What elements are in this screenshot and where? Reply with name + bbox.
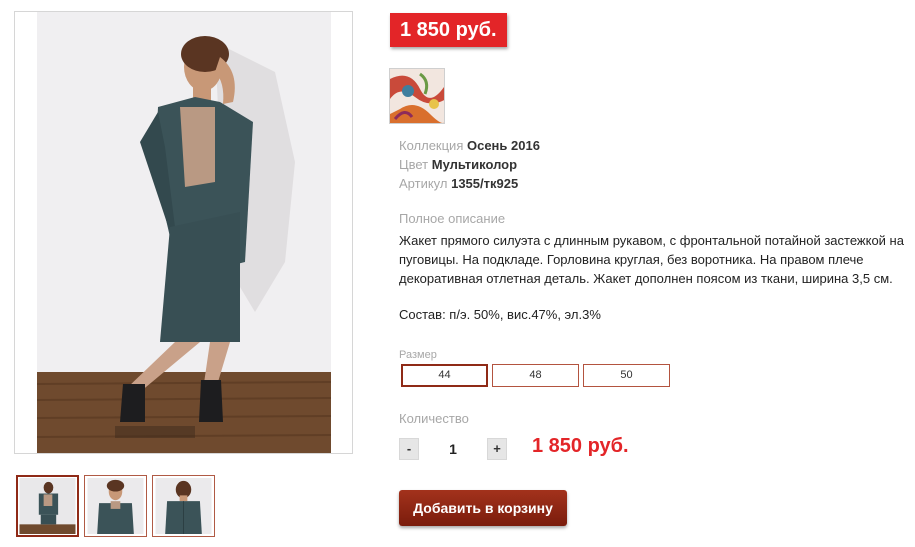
collection-row: Коллекция Осень 2016 — [399, 136, 540, 155]
collection-value: Осень 2016 — [466, 138, 540, 153]
quantity-decrease-button[interactable]: - — [399, 438, 419, 460]
color-label: Цвет — [399, 157, 429, 172]
total-price: 1 850 руб. — [532, 435, 629, 457]
thumbnail-3[interactable] — [152, 475, 215, 537]
color-value: Мультиколор — [431, 157, 518, 172]
size-option-44[interactable]: 44 — [401, 364, 488, 387]
thumbnail-2[interactable] — [84, 475, 147, 537]
quantity-label: Количество — [399, 411, 469, 426]
quantity-increase-button[interactable]: + — [487, 438, 507, 460]
article-value: 1355/тк925 — [451, 176, 519, 191]
thumbnail-1[interactable] — [16, 475, 79, 537]
size-option-48[interactable]: 48 — [492, 364, 579, 387]
quantity-value[interactable]: 1 — [425, 438, 481, 460]
collection-label: Коллекция — [399, 138, 464, 153]
description-title: Полное описание — [399, 211, 506, 226]
size-selector: 44 48 50 — [401, 364, 670, 387]
color-row: Цвет Мультиколор — [399, 155, 540, 174]
product-main-image[interactable] — [14, 11, 353, 454]
add-to-cart-button[interactable]: Добавить в корзину — [399, 490, 567, 526]
composition-text: Состав: п/э. 50%, вис.47%, эл.3% — [399, 307, 601, 322]
size-option-50[interactable]: 50 — [583, 364, 670, 387]
product-properties: Коллекция Осень 2016 Цвет Мультиколор Ар… — [399, 136, 540, 193]
description-text: Жакет прямого силуэта с длинным рукавом,… — [399, 233, 904, 286]
article-label: Артикул — [399, 176, 448, 191]
article-row: Артикул 1355/тк925 — [399, 174, 540, 193]
price-badge: 1 850 руб. — [390, 13, 507, 47]
size-label: Размер — [399, 349, 437, 361]
thumbnail-strip — [16, 475, 215, 537]
fabric-swatch[interactable] — [389, 68, 445, 124]
